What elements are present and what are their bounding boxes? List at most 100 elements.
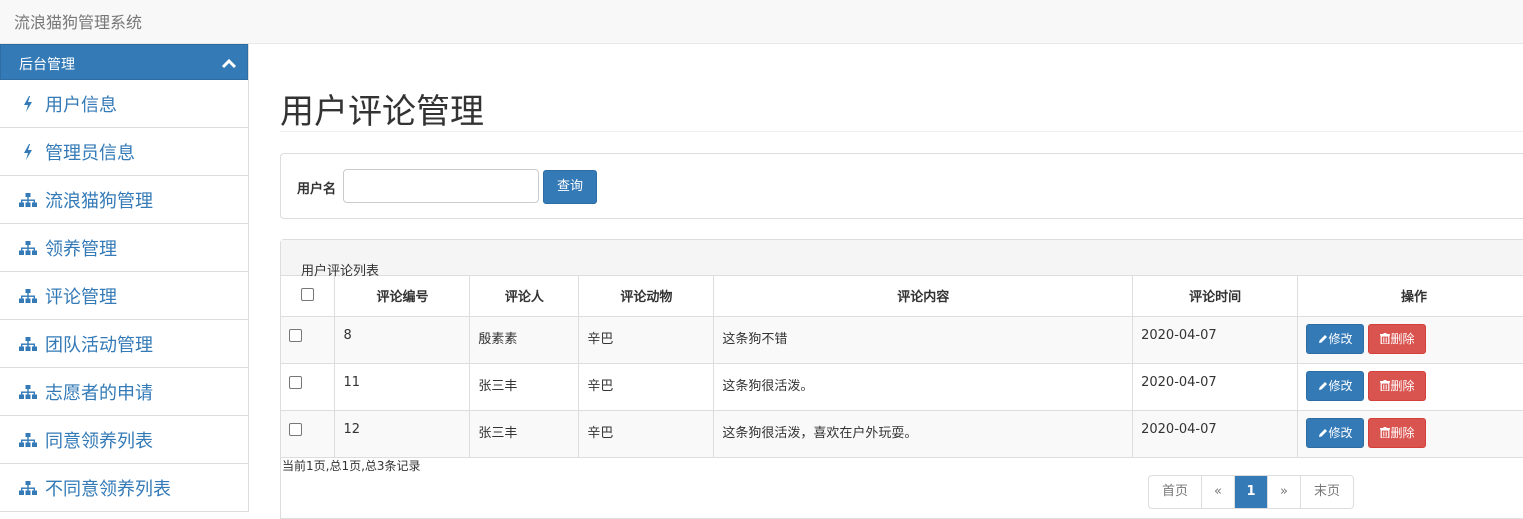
table-row: 11 张三丰 辛巴 这条狗很活泼。 2020-04-07 修改 删除 <box>281 363 1523 411</box>
sitemap-icon <box>18 287 38 305</box>
column-header: 评论时间 <box>1132 276 1299 317</box>
sidebar-item-label: 用户信息 <box>45 94 117 116</box>
sidebar-header[interactable]: 后台管理 <box>0 44 248 80</box>
pagination: 首页 « 1 » 末页 <box>1148 475 1354 509</box>
edit-label: 修改 <box>1328 425 1353 440</box>
sidebar-header-label: 后台管理 <box>19 57 75 73</box>
sidebar-item[interactable]: 管理员信息 <box>0 128 248 176</box>
delete-button[interactable]: 删除 <box>1368 323 1427 354</box>
sidebar-item-label: 评论管理 <box>45 286 117 308</box>
row-checkbox[interactable] <box>289 375 302 389</box>
top-navbar: 流浪猫狗管理系统 <box>0 0 1523 44</box>
bolt-icon <box>18 95 38 113</box>
prev-page-button[interactable]: « <box>1201 476 1234 508</box>
commenter-cell: 殷素素 <box>469 316 580 364</box>
table-row: 12 张三丰 辛巴 这条狗很活泼，喜欢在户外玩耍。 2020-04-07 修改 删除 <box>281 410 1523 458</box>
select-all-cell <box>281 276 336 317</box>
comment-table: 评论编号 评论人 评论动物 评论内容 评论时间 操作 8 殷素素 辛巴 这条狗不错 20… <box>281 276 1523 458</box>
column-header: 评论内容 <box>713 276 1134 317</box>
time-cell: 2020-04-07 <box>1132 363 1299 411</box>
select-all-checkbox[interactable] <box>301 288 315 302</box>
sitemap-icon <box>18 383 38 401</box>
edit-button[interactable]: 修改 <box>1306 370 1365 401</box>
comment-id-cell: 8 <box>334 316 471 364</box>
sitemap-icon <box>18 239 38 257</box>
trash-icon <box>1379 379 1390 392</box>
sidebar-item[interactable]: 用户信息 <box>0 80 248 128</box>
last-page-button[interactable]: 末页 <box>1300 476 1353 508</box>
delete-label: 删除 <box>1390 331 1415 346</box>
animal-cell: 辛巴 <box>578 316 715 364</box>
pencil-icon <box>1318 334 1327 343</box>
row-select-cell <box>281 410 336 458</box>
content-cell: 这条狗很活泼，喜欢在户外玩耍。 <box>713 410 1134 458</box>
actions-cell: 修改 删除 <box>1297 410 1523 458</box>
commenter-cell: 张三丰 <box>469 363 580 411</box>
edit-button[interactable]: 修改 <box>1306 417 1365 448</box>
table-header-row: 评论编号 评论人 评论动物 评论内容 评论时间 操作 <box>281 276 1523 317</box>
edit-label: 修改 <box>1328 378 1353 393</box>
actions-cell: 修改 删除 <box>1297 316 1523 364</box>
sidebar-item[interactable]: 团队活动管理 <box>0 320 248 368</box>
pagination-info: 当前1页,总1页,总3条记录 <box>282 459 421 473</box>
row-select-cell <box>281 316 336 364</box>
delete-button[interactable]: 删除 <box>1368 417 1427 448</box>
comment-id-cell: 12 <box>334 410 471 458</box>
main-content: 用户评论管理 用户名 查询 用户评论列表 评论编号 评论人 评论动物 评论内容 … <box>280 44 1523 519</box>
list-panel-heading: 用户评论列表 <box>281 240 1523 279</box>
sidebar-item[interactable]: 流浪猫狗管理 <box>0 176 248 224</box>
username-input[interactable] <box>343 169 539 203</box>
sidebar-item-label: 不同意领养列表 <box>45 478 171 500</box>
trash-icon <box>1379 426 1390 439</box>
sitemap-icon <box>18 335 38 353</box>
sidebar-item-label: 同意领养列表 <box>45 430 153 452</box>
actions-cell: 修改 删除 <box>1297 363 1523 411</box>
column-header: 评论编号 <box>334 276 471 317</box>
page-title: 用户评论管理 <box>280 92 484 132</box>
pencil-icon <box>1318 381 1327 390</box>
animal-cell: 辛巴 <box>578 410 715 458</box>
commenter-cell: 张三丰 <box>469 410 580 458</box>
content-cell: 这条狗不错 <box>713 316 1134 364</box>
search-panel: 用户名 查询 <box>280 153 1523 219</box>
next-page-button[interactable]: » <box>1267 476 1300 508</box>
sidebar-item-label: 管理员信息 <box>45 142 135 164</box>
row-checkbox[interactable] <box>289 328 302 342</box>
delete-label: 删除 <box>1390 425 1415 440</box>
sidebar-item[interactable]: 不同意领养列表 <box>0 464 248 512</box>
pencil-icon <box>1318 428 1327 437</box>
table-row: 8 殷素素 辛巴 这条狗不错 2020-04-07 修改 删除 <box>281 316 1523 364</box>
edit-button[interactable]: 修改 <box>1306 323 1365 354</box>
row-select-cell <box>281 363 336 411</box>
bolt-icon <box>18 143 38 161</box>
trash-icon <box>1379 332 1390 345</box>
sidebar-item-label: 流浪猫狗管理 <box>45 190 153 212</box>
time-cell: 2020-04-07 <box>1132 410 1299 458</box>
first-page-button[interactable]: 首页 <box>1149 476 1201 508</box>
animal-cell: 辛巴 <box>578 363 715 411</box>
sidebar-item[interactable]: 评论管理 <box>0 272 248 320</box>
app-title[interactable]: 流浪猫狗管理系统 <box>14 9 142 33</box>
title-divider <box>280 131 1523 132</box>
sidebar-item[interactable]: 志愿者的申请 <box>0 368 248 416</box>
sitemap-icon <box>18 431 38 449</box>
comment-id-cell: 11 <box>334 363 471 411</box>
column-header: 评论动物 <box>578 276 715 317</box>
sitemap-icon <box>18 479 38 497</box>
chevron-up-icon <box>221 58 237 69</box>
edit-label: 修改 <box>1328 331 1353 346</box>
current-page-button[interactable]: 1 <box>1234 476 1267 508</box>
username-label: 用户名 <box>297 182 337 197</box>
sidebar-item-label: 领养管理 <box>45 238 117 260</box>
delete-button[interactable]: 删除 <box>1368 370 1427 401</box>
sitemap-icon <box>18 191 38 209</box>
sidebar-item-label: 团队活动管理 <box>45 334 153 356</box>
column-header: 评论人 <box>469 276 580 317</box>
row-checkbox[interactable] <box>289 422 302 436</box>
delete-label: 删除 <box>1390 378 1415 393</box>
sidebar-item[interactable]: 同意领养列表 <box>0 416 248 464</box>
sidebar: 后台管理 用户信息管理员信息流浪猫狗管理 领养管理评论管理团队活动管理志愿者的申请… <box>0 44 249 512</box>
column-header: 操作 <box>1297 276 1523 317</box>
sidebar-item[interactable]: 领养管理 <box>0 224 248 272</box>
search-button[interactable]: 查询 <box>543 170 597 204</box>
